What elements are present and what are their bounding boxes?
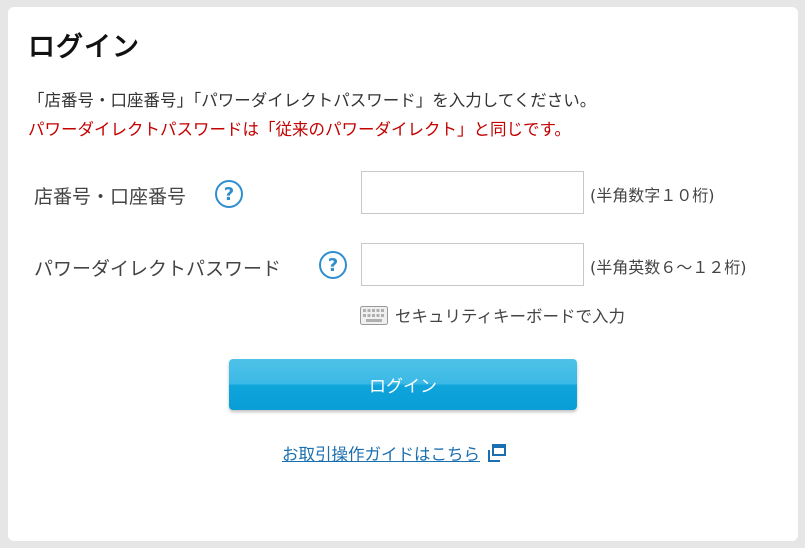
trading-guide-link[interactable]: お取引操作ガイドはこちら (282, 441, 506, 465)
account-number-label: 店番号・口座番号 (34, 186, 187, 208)
password-input[interactable] (361, 243, 584, 286)
password-label: パワーダイレクトパスワード (34, 258, 282, 280)
login-card: ログイン 「店番号・口座番号」「パワーダイレクトパスワード」を入力してください。… (8, 7, 798, 541)
security-keyboard-label: セキュリティキーボードで入力 (395, 307, 626, 326)
login-button[interactable]: ログイン (229, 359, 577, 410)
account-help-icon[interactable]: ? (215, 180, 243, 208)
password-help-icon[interactable]: ? (319, 251, 347, 279)
account-number-input[interactable] (361, 171, 584, 214)
trading-guide-label: お取引操作ガイドはこちら (282, 445, 480, 464)
password-hint: (半角英数６～１２桁) (590, 258, 747, 277)
page-title: ログイン (28, 32, 140, 63)
security-keyboard-link[interactable]: セキュリティキーボードで入力 (360, 303, 625, 327)
external-window-icon (488, 444, 506, 462)
instruction-text: 「店番号・口座番号」「パワーダイレクトパスワード」を入力してください。 (28, 91, 597, 110)
keyboard-icon (360, 305, 388, 325)
password-notice: パワーダイレクトパスワードは「従来のパワーダイレクト」と同じです。 (28, 120, 571, 139)
account-number-hint: (半角数字１０桁) (590, 186, 715, 205)
